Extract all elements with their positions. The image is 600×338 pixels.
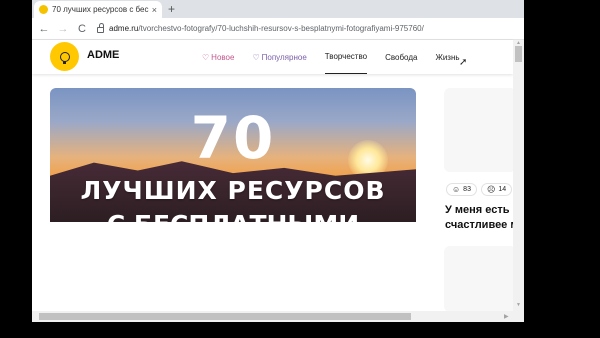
adme-favicon-icon bbox=[39, 5, 48, 14]
tab-strip: 70 лучших ресурсов с бесплатн × + bbox=[32, 0, 524, 18]
sidebar-card-image[interactable] bbox=[444, 88, 516, 172]
menu-item-new[interactable]: ♡ Новое bbox=[202, 40, 234, 74]
browser-tab[interactable]: 70 лучших ресурсов с бесплатн × bbox=[34, 1, 162, 18]
sad-icon: ☹ bbox=[486, 185, 496, 194]
sidebar-card-image[interactable] bbox=[444, 246, 516, 312]
main-menu: ♡ Новое ♡ Популярное Творчество Свобода … bbox=[202, 40, 478, 74]
mouse-cursor-icon: ➚ bbox=[459, 57, 468, 68]
menu-item-label: Популярное bbox=[261, 52, 307, 62]
lightbulb-icon: ♡ bbox=[252, 52, 260, 62]
tab-title: 70 лучших ресурсов с бесплатн bbox=[52, 5, 149, 14]
hero-headline-cut-text: С БЕСПЛАТНЫМИ bbox=[50, 214, 416, 222]
reactions-bar: ☺ 83 ☹ 14 bbox=[446, 183, 516, 196]
adme-logo[interactable] bbox=[50, 42, 79, 71]
vertical-scroll-thumb[interactable] bbox=[515, 46, 522, 62]
menu-item-popular[interactable]: ♡ Популярное bbox=[252, 40, 306, 74]
reload-icon[interactable]: C bbox=[75, 22, 89, 36]
tab-close-icon[interactable]: × bbox=[152, 5, 157, 15]
browser-toolbar: ← → C adme.ru/tvorchestvo-fotografy/70-l… bbox=[32, 18, 524, 40]
menu-item-label: Творчество bbox=[324, 52, 368, 61]
menu-item-label: Свобода bbox=[385, 52, 418, 62]
site-header: ADME ♡ Новое ♡ Популярное Творчество Сво… bbox=[32, 40, 513, 74]
back-arrow-icon[interactable]: ← bbox=[37, 22, 51, 36]
menu-item-label: Жизнь bbox=[435, 52, 460, 62]
reaction-smile[interactable]: ☺ 83 bbox=[446, 183, 477, 196]
scroll-right-icon[interactable]: ▶ bbox=[504, 313, 509, 320]
menu-item-label: Новое bbox=[211, 52, 235, 62]
address-bar[interactable]: adme.ru/tvorchestvo-fotografy/70-luchshi… bbox=[97, 21, 424, 37]
hero-number: 70 bbox=[190, 104, 276, 172]
logo-text[interactable]: ADME bbox=[87, 49, 119, 61]
forward-arrow-icon[interactable]: → bbox=[56, 22, 70, 36]
scroll-down-icon[interactable]: ▼ bbox=[516, 302, 521, 308]
lightbulb-icon bbox=[59, 51, 70, 64]
menu-item-freedom[interactable]: Свобода bbox=[385, 40, 417, 74]
url-text: adme.ru/tvorchestvo-fotografy/70-luchshi… bbox=[109, 24, 424, 33]
horizontal-scroll-thumb[interactable] bbox=[39, 313, 411, 320]
reaction-sad[interactable]: ☹ 14 bbox=[480, 183, 513, 196]
menu-item-life[interactable]: Жизнь bbox=[435, 40, 459, 74]
browser-window: 70 лучших ресурсов с бесплатн × + ← → C … bbox=[32, 0, 524, 322]
smile-icon: ☺ bbox=[452, 185, 461, 194]
lightbulb-icon: ♡ bbox=[202, 52, 210, 62]
menu-item-creativity[interactable]: Творчество bbox=[324, 40, 368, 74]
new-tab-button[interactable]: + bbox=[168, 2, 175, 16]
lock-icon bbox=[97, 23, 104, 33]
hero-image[interactable]: 70 ЛУЧШИХ РЕСУРСОВ С БЕСПЛАТНЫМИ bbox=[50, 88, 416, 222]
vertical-scrollbar[interactable]: ▲ ▼ bbox=[513, 40, 524, 312]
url-host: adme.ru bbox=[109, 24, 139, 33]
hero-headline: ЛУЧШИХ РЕСУРСОВ bbox=[80, 176, 386, 205]
reaction-count: 14 bbox=[498, 186, 507, 193]
url-path: /tvorchestvo-fotografy/70-luchshih-resur… bbox=[138, 24, 424, 33]
horizontal-scrollbar[interactable]: ▶ bbox=[32, 311, 524, 322]
hero-headline-cut: С БЕСПЛАТНЫМИ bbox=[50, 214, 416, 222]
reaction-count: 83 bbox=[463, 186, 471, 193]
